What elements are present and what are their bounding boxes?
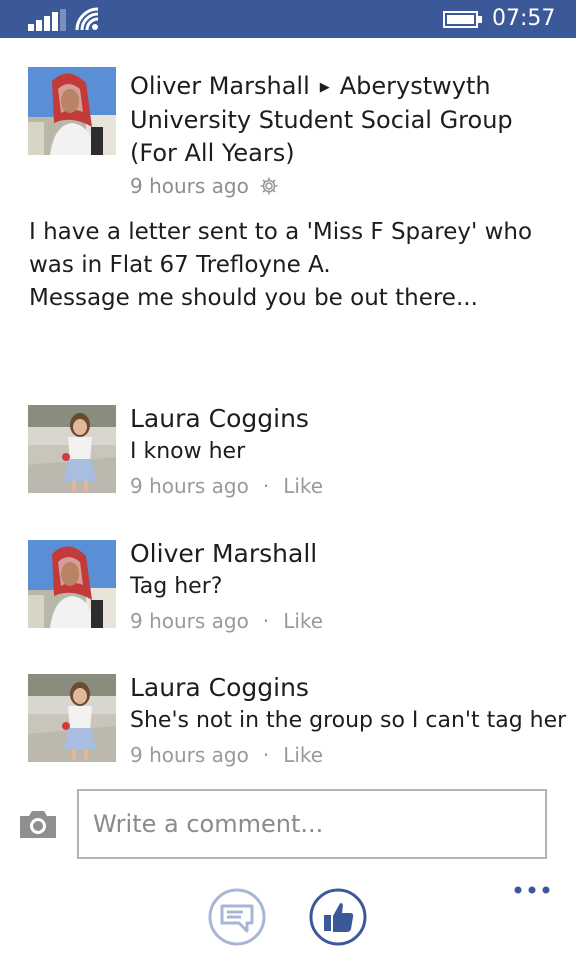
camera-icon[interactable] (18, 808, 58, 840)
like-link[interactable]: Like (283, 609, 323, 633)
comment-text: I know her (130, 439, 246, 464)
post-author-name[interactable]: Oliver Marshall (130, 72, 310, 100)
comment-input[interactable] (77, 789, 547, 859)
commenter-name[interactable]: Oliver Marshall (130, 538, 317, 570)
comment-meta: 9 hours ago · Like (130, 608, 323, 634)
comment-timestamp: 9 hours ago (130, 474, 249, 498)
signal-icon (28, 9, 66, 31)
commenter-name[interactable]: Laura Coggins (130, 403, 309, 435)
commenter-avatar[interactable] (28, 405, 116, 493)
separator-dot: · (262, 743, 270, 767)
like-button[interactable] (308, 887, 368, 947)
comment-meta: 9 hours ago · Like (130, 742, 323, 768)
separator-dot: · (262, 474, 270, 498)
comment-text: Tag her? (130, 574, 223, 599)
gear-icon[interactable] (259, 176, 279, 196)
status-time: 07:57 (492, 6, 556, 31)
post-meta: 9 hours ago (130, 172, 279, 200)
commenter-avatar[interactable] (28, 540, 116, 628)
post-body-line: was in Flat 67 Trefloyne A. (29, 252, 331, 278)
comment-bubble-icon (208, 888, 266, 946)
post-author-avatar[interactable] (28, 67, 116, 155)
commenter-name[interactable]: Laura Coggins (130, 672, 309, 704)
post-body: I have a letter sent to a 'Miss F Sparey… (29, 216, 549, 315)
more-ellipsis-icon[interactable] (512, 883, 552, 897)
like-link[interactable]: Like (283, 474, 323, 498)
wifi-icon (75, 7, 99, 31)
post-timestamp: 9 hours ago (130, 174, 249, 198)
comment-meta: 9 hours ago · Like (130, 473, 323, 499)
battery-icon (443, 11, 482, 28)
comment-item: Laura Coggins She's not in the group so … (0, 672, 576, 770)
post-header: Oliver Marshall ▶ Aberystwyth University S… (130, 70, 550, 170)
separator-dot: · (262, 609, 270, 633)
comment-text: She's not in the group so I can't tag he… (130, 708, 567, 733)
commenter-avatar[interactable] (28, 674, 116, 762)
comment-timestamp: 9 hours ago (130, 609, 249, 633)
post-body-line: I have a letter sent to a 'Miss F Sparey… (29, 219, 533, 245)
thumbs-up-icon (309, 888, 367, 946)
comment-item: Oliver Marshall Tag her? 9 hours ago · Lik… (0, 538, 576, 636)
comment-item: Laura Coggins I know her 9 hours ago · Lik… (0, 403, 576, 501)
comment-bubble-button[interactable] (207, 887, 267, 947)
post-body-line: Message me should you be out there... (29, 285, 478, 311)
status-bar: 07:57 (0, 0, 576, 38)
comment-timestamp: 9 hours ago (130, 743, 249, 767)
arrow-right-icon: ▶ (319, 80, 330, 95)
like-link[interactable]: Like (283, 743, 323, 767)
